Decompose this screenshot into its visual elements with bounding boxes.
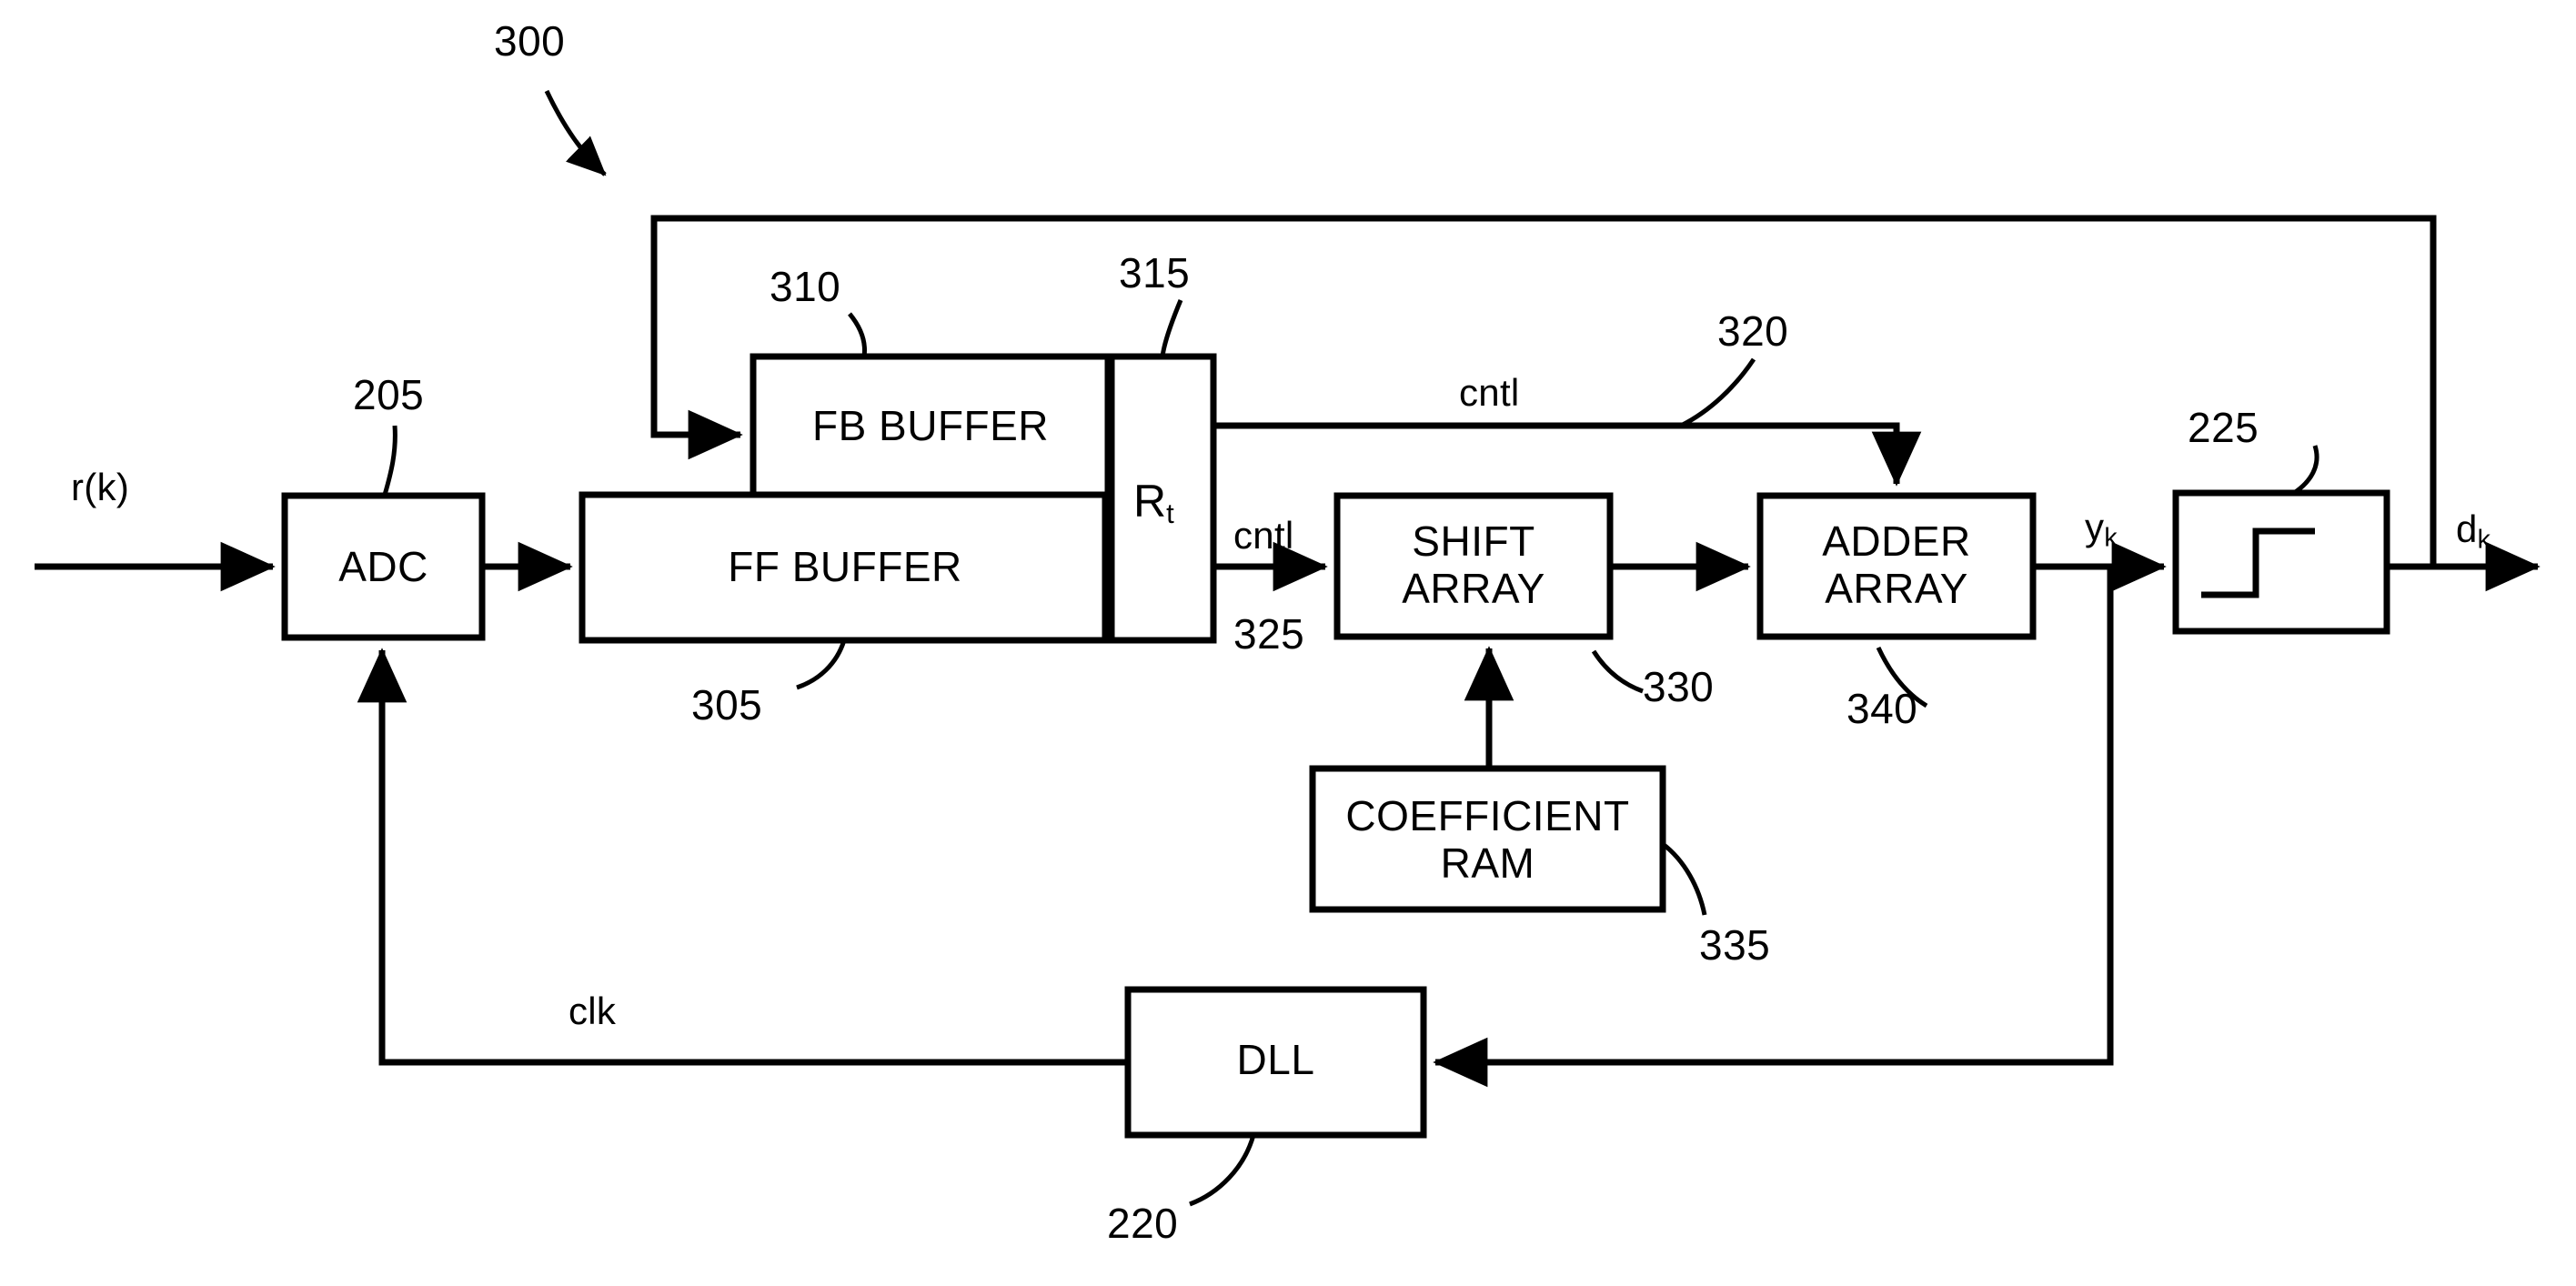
signal-label-cntl-shift: cntl (1233, 514, 1294, 557)
block-label-rt: Rt (1133, 475, 1174, 530)
reference-numeral-225: 225 (2188, 404, 2259, 451)
yk-subscript: k (2104, 523, 2118, 553)
reference-numeral-315: 315 (1119, 249, 1191, 296)
rt-subscript: t (1166, 497, 1174, 529)
leader-300 (544, 89, 607, 176)
signal-label-clk: clk (569, 990, 617, 1032)
dk-subscript: k (2477, 525, 2490, 555)
dk-base: d (2456, 507, 2478, 550)
reference-numeral-320: 320 (1717, 307, 1789, 355)
leader-320 (1679, 357, 1756, 428)
block-adder-array-rect (1756, 492, 2037, 640)
slicer-step-icon (2201, 527, 2315, 598)
block-ff-buffer-rect (579, 491, 1112, 644)
patent-figure-300: ADC FF BUFFER FB BUFFER Rt SHIFT ARRAY A… (0, 0, 2576, 1286)
leader-305 (796, 639, 847, 690)
block-coefficient-ram-rect (1309, 765, 1666, 913)
signal-label-yk: yk (2085, 506, 2118, 553)
path-yk-to-dll (1433, 567, 2114, 1088)
leader-315 (1160, 299, 1183, 357)
leader-330 (1591, 649, 1644, 694)
leader-220 (1189, 1134, 1256, 1207)
path-cntl-to-adder-array (1213, 422, 1922, 487)
signal-label-cntl-top: cntl (1459, 371, 1520, 414)
yk-base: y (2085, 506, 2105, 548)
reference-numeral-300: 300 (494, 17, 566, 65)
rt-symbol: R (1133, 476, 1167, 527)
reference-numeral-305: 305 (691, 681, 763, 728)
block-dll-rect (1124, 986, 1427, 1139)
leader-335 (1661, 842, 1707, 916)
reference-numeral-330: 330 (1643, 663, 1715, 710)
block-slicer-rect (2172, 489, 2390, 635)
block-adc-rect (281, 492, 486, 641)
leader-310 (848, 312, 867, 357)
reference-numeral-220: 220 (1107, 1200, 1179, 1247)
signal-label-rk: r(k) (71, 466, 130, 508)
block-shift-array-rect (1333, 492, 1614, 640)
signal-label-dk: dk (2456, 507, 2490, 555)
path-dk-feedback-to-fb-buffer (650, 215, 2437, 568)
reference-numeral-340: 340 (1846, 685, 1918, 732)
leader-225 (2292, 445, 2319, 496)
reference-numeral-335: 335 (1699, 921, 1771, 969)
block-fb-buffer-rect (750, 353, 1112, 498)
reference-numeral-205: 205 (353, 371, 425, 418)
leader-205 (382, 425, 397, 496)
reference-numeral-325: 325 (1233, 610, 1305, 658)
reference-numeral-310: 310 (770, 263, 841, 310)
